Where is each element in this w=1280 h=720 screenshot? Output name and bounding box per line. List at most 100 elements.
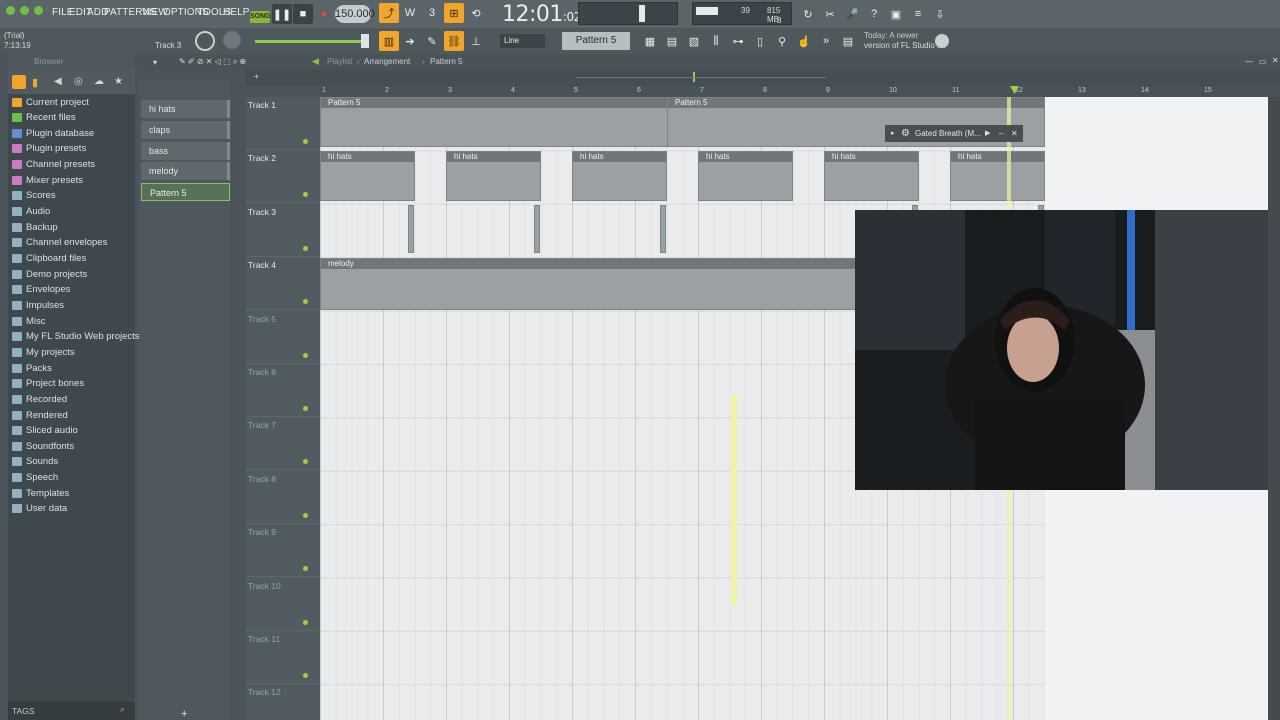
song-mode-button[interactable]: SONG: [250, 11, 271, 23]
browser-item[interactable]: Soundfonts: [12, 439, 74, 453]
horizontal-scroll[interactable]: [576, 77, 826, 78]
master-slider[interactable]: [255, 40, 365, 43]
close-icon[interactable]: ✕: [1272, 56, 1279, 65]
clip-claps[interactable]: [408, 205, 414, 253]
file-icon[interactable]: ▯: [750, 31, 770, 51]
track-header[interactable]: Track 4: [246, 257, 320, 311]
plugin-window[interactable]: ▸ ⚙ Gated Breath (M... ▶ – ✕: [885, 125, 1023, 142]
browser-item[interactable]: Speech: [12, 471, 58, 485]
track-header[interactable]: Track 7: [246, 417, 320, 471]
pattern-item[interactable]: bass: [141, 142, 230, 160]
pattern-selector[interactable]: Pattern 5: [562, 32, 630, 50]
news-line1[interactable]: Today: A newer: [864, 31, 918, 40]
mixer-view-icon[interactable]: ⫼: [706, 31, 726, 51]
add-track-icon[interactable]: +: [254, 72, 259, 81]
track-mute-led[interactable]: [303, 139, 308, 144]
vertical-scrollbar[interactable]: [1268, 97, 1280, 720]
window-control-icon[interactable]: [34, 6, 43, 15]
link-icon[interactable]: ⛓: [444, 31, 464, 51]
track-mute-led[interactable]: [303, 512, 308, 518]
pattern-item[interactable]: claps: [141, 121, 230, 139]
cloud-icon[interactable]: ☁: [94, 76, 104, 87]
track-header[interactable]: Track 6: [246, 364, 320, 417]
stop-icon[interactable]: ■: [293, 4, 313, 24]
clip-claps[interactable]: [660, 205, 666, 253]
master-slider-handle[interactable]: [361, 34, 369, 48]
cut-icon[interactable]: ✂: [820, 4, 840, 24]
master-pitch-knob[interactable]: [223, 31, 241, 49]
piano-roll-icon[interactable]: ▧: [684, 31, 704, 51]
maximize-icon[interactable]: ▭: [1259, 57, 1267, 66]
browser-item[interactable]: Clipboard files: [12, 252, 86, 266]
tempo-display[interactable]: 150.000: [335, 5, 375, 23]
browser-item[interactable]: Backup: [12, 220, 58, 234]
breadcrumb-pattern[interactable]: Pattern 5: [430, 57, 462, 66]
clip-hihats[interactable]: hi hats: [572, 151, 667, 201]
track-mute-led[interactable]: [303, 673, 308, 678]
browser-item[interactable]: Plugin presets: [12, 142, 86, 156]
browser-item[interactable]: Scores: [12, 189, 56, 203]
timeline-ruler[interactable]: 1 2 3 4 5 6 7 8 9 10 11 12 13 14 15: [320, 86, 1280, 97]
browser-item[interactable]: Templates: [12, 486, 69, 500]
track-header[interactable]: Track 12: [246, 684, 320, 720]
browser-item[interactable]: My FL Studio Web projects: [12, 330, 140, 344]
plugin-arrow-icon[interactable]: ▸: [891, 125, 895, 142]
track-header[interactable]: Track 5: [246, 311, 320, 364]
track-header[interactable]: Track 8: [246, 471, 320, 524]
star-icon[interactable]: ★: [114, 76, 123, 87]
add-pattern-icon[interactable]: +: [181, 708, 187, 720]
clip-hihats[interactable]: hi hats: [824, 151, 919, 201]
browser-item[interactable]: Mixer presets: [12, 173, 83, 187]
track-header[interactable]: Track 2: [246, 150, 320, 204]
playlist-scroll-area[interactable]: +: [246, 70, 1280, 86]
pause-icon[interactable]: ❚❚: [272, 4, 292, 24]
menu-help[interactable]: HELP: [223, 7, 250, 18]
pencil-icon[interactable]: ✎: [422, 31, 442, 51]
browser-item[interactable]: Current project: [12, 95, 89, 109]
browser-item[interactable]: Misc: [12, 314, 46, 328]
playlist-view-icon[interactable]: ▦: [640, 31, 660, 51]
browser-item[interactable]: Impulses: [12, 298, 64, 312]
playlist-menu-icon[interactable]: ▾: [153, 58, 157, 67]
breadcrumb-arrangement[interactable]: Arrangement: [364, 57, 410, 66]
tool-icons[interactable]: ✎ ✐ ⊘ ✕ ◁ ⬚ ⌕ ⊕: [179, 57, 246, 67]
undo-icon[interactable]: ↻: [798, 4, 818, 24]
track-mute-led[interactable]: [303, 566, 308, 572]
browser-item[interactable]: Sounds: [12, 455, 58, 469]
clip-pattern5[interactable]: Pattern 5: [320, 97, 668, 147]
arrows-icon[interactable]: »: [816, 31, 836, 51]
browser-item[interactable]: Demo projects: [12, 267, 87, 281]
browser-item[interactable]: Recorded: [12, 392, 67, 406]
export-icon[interactable]: ⇩: [930, 4, 950, 24]
loop-record-icon[interactable]: ⟲: [466, 3, 486, 23]
browser-item[interactable]: Envelopes: [12, 283, 70, 297]
browser-item[interactable]: Audio: [12, 205, 50, 219]
track-mute-led[interactable]: [303, 459, 308, 465]
clip-hihats[interactable]: hi hats: [698, 151, 793, 201]
track-mute-led[interactable]: [303, 619, 308, 625]
stamp-icon[interactable]: ⊥: [466, 31, 486, 51]
track-header[interactable]: Track 11: [246, 631, 320, 684]
plugin-gear-icon[interactable]: ⚙: [901, 125, 910, 142]
browser-item[interactable]: Recent files: [12, 111, 76, 125]
pattern-item-selected[interactable]: Pattern 5: [141, 183, 230, 201]
plugin-next-icon[interactable]: ▶: [985, 125, 990, 142]
master-volume-knob[interactable]: [195, 31, 215, 51]
snap-select[interactable]: Line: [500, 34, 545, 48]
play-pattern-icon[interactable]: ◀: [312, 56, 319, 67]
track-mute-led[interactable]: [303, 352, 308, 358]
blend-notes-icon[interactable]: ⊞: [444, 3, 464, 23]
clip-hihats[interactable]: hi hats: [950, 151, 1045, 201]
search-icon[interactable]: ⌕: [120, 704, 125, 715]
record-icon[interactable]: ●: [314, 4, 334, 24]
playlist-icon[interactable]: ▥: [379, 31, 399, 51]
back-icon[interactable]: ◀: [54, 76, 62, 87]
mixer-icon[interactable]: ≡: [908, 4, 928, 24]
browser-item[interactable]: Sliced audio: [12, 424, 78, 438]
touch-icon[interactable]: ☝: [794, 31, 814, 51]
minimize-icon[interactable]: —: [1245, 57, 1253, 66]
wait-input-icon[interactable]: W: [400, 3, 420, 23]
countdown-icon[interactable]: 3: [422, 3, 442, 23]
browser-item[interactable]: Project bones: [12, 377, 84, 391]
track-header[interactable]: Track 10: [246, 578, 320, 631]
